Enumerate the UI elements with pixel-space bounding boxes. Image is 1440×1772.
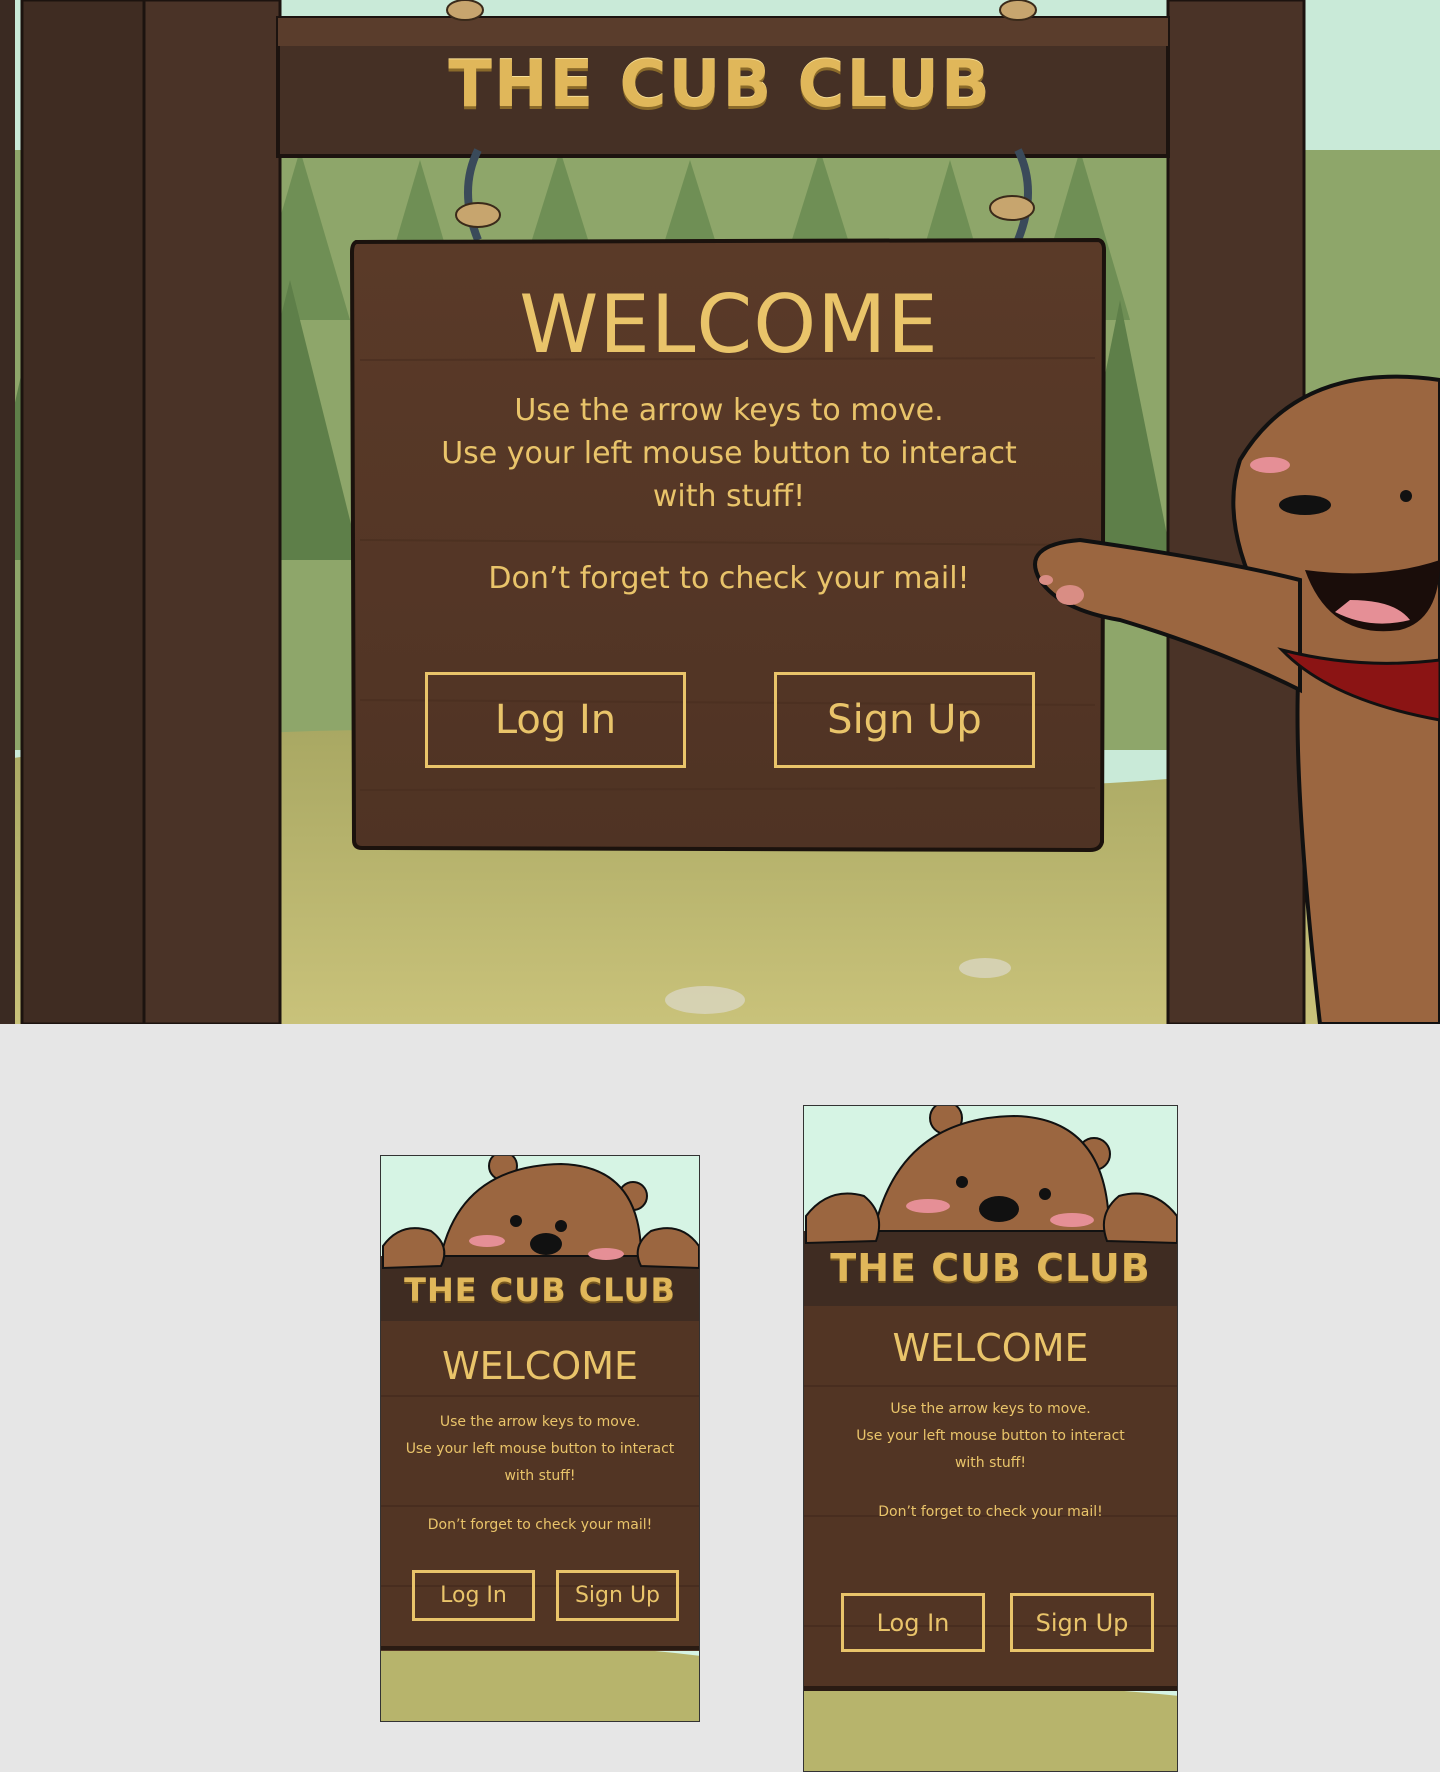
instruction-line: Use the arrow keys to move.: [890, 1401, 1091, 1417]
desktop-welcome-screen: THE CUB CLUB WELCOME Use the arrow keys …: [0, 0, 1440, 1024]
mobile-welcome-heading: WELCOME: [442, 1344, 638, 1388]
welcome-heading: WELCOME: [519, 278, 939, 371]
login-button[interactable]: Log In: [425, 672, 686, 768]
mobile-signup-button[interactable]: Sign Up: [1010, 1593, 1154, 1652]
mobile-mail-reminder: Don’t forget to check your mail!: [878, 1504, 1103, 1520]
mobile-login-button[interactable]: Log In: [841, 1593, 985, 1652]
mobile-welcome-heading: WELCOME: [892, 1326, 1089, 1370]
mobile-signup-button[interactable]: Sign Up: [556, 1570, 679, 1621]
instruction-line: Use your left mouse button to interact: [441, 436, 1017, 471]
mobile-login-button[interactable]: Log In: [412, 1570, 535, 1621]
mobile-app-title: THE CUB CLUB: [830, 1246, 1151, 1290]
mobile-mail-reminder: Don’t forget to check your mail!: [427, 1517, 653, 1533]
mobile-instructions-text: Use the arrow keys to move. Use your lef…: [381, 1409, 699, 1490]
mobile-instructions-text: Use the arrow keys to move. Use your lef…: [804, 1396, 1177, 1477]
instruction-line: with stuff!: [652, 479, 806, 514]
instruction-line: Use your left mouse button to interact: [405, 1441, 675, 1457]
mobile-preview-large: THE CUB CLUB WELCOME Use the arrow keys …: [803, 1105, 1178, 1772]
mobile-preview-small: THE CUB CLUB WELCOME Use the arrow keys …: [380, 1155, 700, 1722]
instructions-text: Use the arrow keys to move. Use your lef…: [356, 389, 1102, 518]
mail-reminder: Don’t forget to check your mail!: [488, 561, 970, 596]
instruction-line: Use the arrow keys to move.: [514, 393, 944, 428]
mobile-app-title: THE CUB CLUB: [404, 1271, 676, 1309]
instruction-line: Use the arrow keys to move.: [439, 1414, 641, 1430]
signup-button[interactable]: Sign Up: [774, 672, 1035, 768]
app-title: THE CUB CLUB: [448, 48, 992, 122]
instruction-line: with stuff!: [954, 1455, 1027, 1471]
instruction-line: with stuff!: [504, 1468, 576, 1484]
instruction-line: Use your left mouse button to interact: [856, 1428, 1125, 1444]
